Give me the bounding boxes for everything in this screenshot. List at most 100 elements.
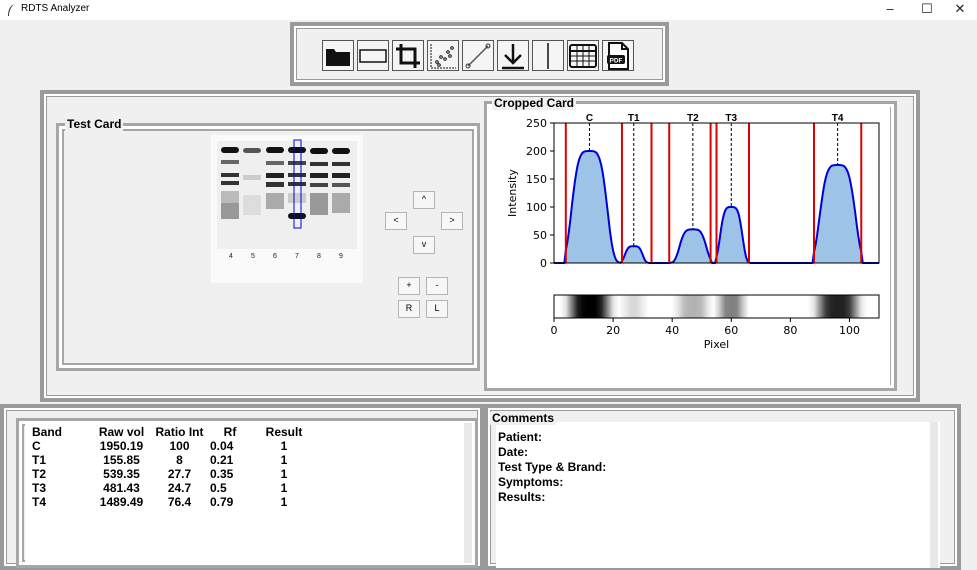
table-row: T2 539.35 27.7 0.35 1 (32, 467, 332, 481)
table-cell: 1 (280, 467, 288, 481)
peak-label: T4 (832, 113, 844, 124)
x-axis-label: Pixel (704, 338, 729, 351)
vertical-line-icon (547, 42, 549, 69)
comment-line-test-type: Test Type & Brand: (498, 460, 607, 474)
pdf-button[interactable]: PDF (602, 40, 634, 71)
table-cell: 1 (280, 495, 288, 509)
pdf-icon-label: PDF (610, 57, 623, 64)
table-cell: 1 (280, 453, 288, 467)
zoom-out-button[interactable]: - (426, 277, 448, 295)
table-cell: T2 (32, 467, 47, 481)
table-header-cell: Band (32, 425, 62, 439)
table-header-cell: Ratio Int (155, 425, 204, 439)
table-cell: 155.85 (103, 453, 140, 467)
x-tick-label: 20 (606, 324, 620, 337)
peak-label: T2 (687, 113, 699, 124)
table-cell: 1489.49 (99, 495, 144, 509)
move-up-button[interactable]: ^ (413, 191, 435, 209)
table-cell: 0.35 (210, 467, 234, 481)
comments-scrollbar[interactable] (930, 422, 938, 568)
vertical-line-button[interactable] (532, 40, 564, 71)
cropped-strip-image (553, 294, 880, 319)
lane-number: 9 (339, 253, 343, 260)
x-tick-label: 40 (665, 324, 679, 337)
table-cell: 1950.19 (99, 439, 144, 453)
y-tick-label: 100 (526, 201, 547, 214)
table-cell: 0.79 (210, 495, 234, 509)
download-icon (502, 43, 524, 69)
x-tick-label: 0 (551, 324, 558, 337)
peak-label: T3 (725, 113, 737, 124)
lane-number: 7 (295, 253, 299, 260)
title-bar (0, 0, 977, 20)
x-tick-label: 100 (839, 324, 860, 337)
comments-textarea[interactable] (496, 422, 940, 568)
table-cell: 0.5 (210, 481, 227, 495)
feather-app-icon (8, 4, 14, 16)
table-cell: 1 (280, 481, 288, 495)
comment-line-patient: Patient: (498, 430, 543, 444)
x-tick-label: 80 (783, 324, 797, 337)
table-row: T4 1489.49 76.4 0.79 1 (32, 495, 332, 509)
comment-line-symptoms: Symptoms: (498, 475, 564, 489)
maximize-button[interactable]: ☐ (910, 0, 944, 20)
download-button[interactable] (497, 40, 529, 71)
results-rows: Band Raw vol Ratio Int Rf Result C 1950.19 100 0… (32, 425, 332, 509)
lane-number: 4 (229, 253, 233, 260)
test-card-legend: Test Card (65, 117, 124, 131)
folder-icon (326, 48, 350, 66)
table-cell: T1 (32, 453, 47, 467)
table-cell: T3 (32, 481, 47, 495)
table-button[interactable] (567, 40, 599, 71)
table-cell: 8 (176, 453, 183, 467)
minimize-button[interactable]: – (873, 0, 907, 20)
y-tick-label: 0 (540, 257, 547, 270)
peak-label: C (586, 113, 593, 124)
table-row: C 1950.19 100 0.04 1 (32, 439, 332, 453)
table-cell: 1 (280, 439, 288, 453)
table-cell: 0.04 (210, 439, 234, 453)
y-tick-label: 50 (533, 229, 547, 242)
rotate-left-button[interactable]: L (426, 300, 448, 318)
line-tool-icon (465, 43, 491, 68)
x-tick-label: 60 (724, 324, 738, 337)
table-cell: 481.43 (103, 481, 140, 495)
zoom-in-button[interactable]: + (398, 277, 420, 295)
table-row: T3 481.43 24.7 0.5 1 (32, 481, 332, 495)
intensity-chart: C T1 T2 T3 T4 0 50 100 150 200 250 Intensity 0 20 40 60… (506, 113, 880, 351)
table-cell: 76.4 (167, 495, 192, 509)
table-cell: C (32, 439, 41, 453)
close-button[interactable]: ✕ (943, 0, 977, 20)
scatter-plot-icon (430, 43, 456, 68)
table-cell: 0.21 (210, 453, 234, 467)
table-header-cell: Raw vol (98, 425, 145, 439)
table-cell: 539.35 (103, 467, 140, 481)
table-header-cell: Rf (223, 425, 237, 439)
y-tick-label: 250 (526, 117, 547, 130)
test-card-image: 4 5 6 7 8 9 (211, 135, 363, 283)
lane-number: 6 (273, 253, 277, 260)
window-title: RDTS Analyzer (21, 3, 90, 14)
open-folder-button[interactable] (322, 40, 354, 71)
rotate-right-button[interactable]: R (398, 300, 420, 318)
crop-button[interactable] (392, 40, 424, 71)
table-row: T1 155.85 8 0.21 1 (32, 453, 332, 467)
table-header-row: Band Raw vol Ratio Int Rf Result (32, 425, 332, 439)
move-right-button[interactable]: > (441, 212, 463, 230)
table-cell: 100 (169, 439, 190, 453)
move-left-button[interactable]: < (385, 212, 407, 230)
table-cell: T4 (32, 495, 47, 509)
table-header-cell: Result (265, 425, 303, 439)
pdf-icon: PDF (607, 41, 629, 70)
table-icon (569, 43, 597, 68)
line-tool-button[interactable] (462, 40, 494, 71)
move-down-button[interactable]: v (413, 236, 435, 254)
y-axis-label: Intensity (506, 169, 519, 217)
comment-line-results: Results: (498, 490, 546, 504)
scatter-button[interactable] (427, 40, 459, 71)
rectangle-button[interactable] (357, 40, 389, 71)
table-cell: 24.7 (167, 481, 192, 495)
lane-number: 5 (251, 253, 255, 260)
y-tick-label: 150 (526, 173, 547, 186)
results-scrollbar[interactable] (464, 423, 472, 563)
